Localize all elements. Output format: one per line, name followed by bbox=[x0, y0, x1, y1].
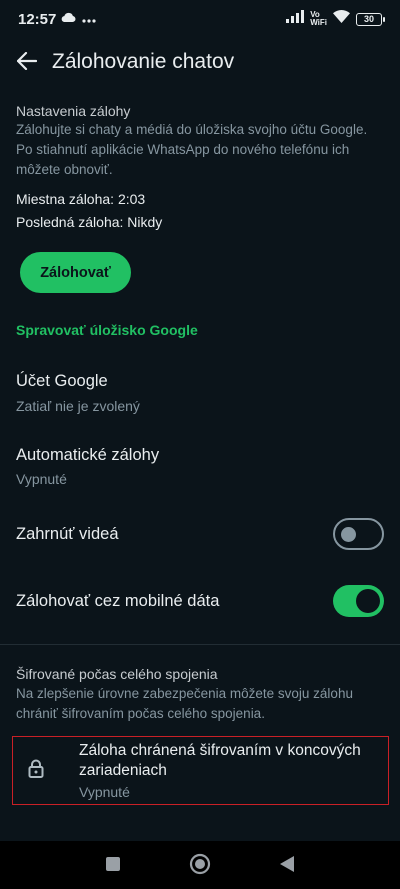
back-button[interactable] bbox=[10, 46, 44, 80]
battery-icon: 30 bbox=[356, 12, 385, 26]
lock-icon bbox=[24, 757, 48, 781]
back-triangle-icon bbox=[279, 855, 295, 878]
cloud-icon bbox=[60, 10, 76, 28]
mobile-data-toggle[interactable] bbox=[333, 585, 384, 617]
last-backup-text: Posledná záloha: Nikdy bbox=[16, 214, 163, 230]
vowifi-line2: WiFi bbox=[310, 18, 327, 27]
e2e-backup-title: Záloha chránená šifrovaním v koncových z… bbox=[79, 742, 361, 779]
include-videos-label: Zahrnúť videá bbox=[16, 525, 119, 543]
home-circle-icon bbox=[189, 853, 211, 880]
toggle-knob bbox=[356, 589, 380, 613]
auto-backup-setting[interactable]: Automatické zálohy Vypnuté bbox=[0, 434, 400, 496]
e2e-backup-setting[interactable]: Záloha chránená šifrovaním v koncových z… bbox=[12, 736, 389, 805]
status-right-icons: Vo WiFi 30 bbox=[286, 10, 385, 28]
e2e-backup-value: Vypnuté bbox=[79, 784, 130, 800]
mobile-data-label: Zálohovať cez mobilné dáta bbox=[16, 592, 220, 610]
signal-icon bbox=[286, 10, 305, 28]
manage-google-storage-link[interactable]: Spravovať úložisko Google bbox=[16, 322, 198, 338]
e2e-section-title: Šifrované počas celého spojenia bbox=[16, 666, 218, 682]
arrow-left-icon bbox=[16, 51, 38, 75]
section-divider bbox=[0, 644, 400, 645]
toggle-knob bbox=[341, 527, 356, 542]
app-bar: Zálohovanie chatov bbox=[0, 38, 400, 88]
backup-button-label: Zálohovať bbox=[40, 264, 111, 281]
vowifi-indicator: Vo WiFi bbox=[310, 11, 327, 27]
google-account-value: Zatiaľ nie je zvolený bbox=[16, 398, 140, 414]
backup-settings-title: Nastavenia zálohy bbox=[16, 103, 131, 119]
google-account-label: Účet Google bbox=[16, 372, 108, 390]
system-nav-bar bbox=[0, 841, 400, 889]
auto-backup-label: Automatické zálohy bbox=[16, 446, 160, 464]
nav-back-button[interactable] bbox=[274, 853, 300, 879]
include-videos-toggle[interactable] bbox=[333, 518, 384, 550]
more-dots-icon bbox=[82, 10, 96, 28]
include-videos-setting[interactable]: Zahrnúť videá bbox=[0, 508, 400, 560]
recents-button[interactable] bbox=[100, 853, 126, 879]
status-bar: 12:57 Vo WiFi 30 bbox=[0, 0, 400, 38]
status-left-icons bbox=[60, 10, 96, 28]
backup-button[interactable]: Zálohovať bbox=[20, 252, 131, 293]
google-account-setting[interactable]: Účet Google Zatiaľ nie je zvolený bbox=[0, 360, 400, 422]
page-title: Zálohovanie chatov bbox=[52, 50, 235, 73]
recents-square-icon bbox=[105, 856, 121, 877]
backup-settings-description: Zálohujte si chaty a médiá do úložiska s… bbox=[16, 122, 368, 177]
status-time: 12:57 bbox=[18, 11, 57, 28]
auto-backup-value: Vypnuté bbox=[16, 471, 67, 487]
mobile-data-setting[interactable]: Zálohovať cez mobilné dáta bbox=[0, 575, 400, 627]
wifi-icon bbox=[333, 10, 350, 28]
local-backup-text: Miestna záloha: 2:03 bbox=[16, 191, 146, 207]
home-button[interactable] bbox=[187, 853, 213, 879]
e2e-description: Na zlepšenie úrovne zabezpečenia môžete … bbox=[16, 686, 353, 721]
